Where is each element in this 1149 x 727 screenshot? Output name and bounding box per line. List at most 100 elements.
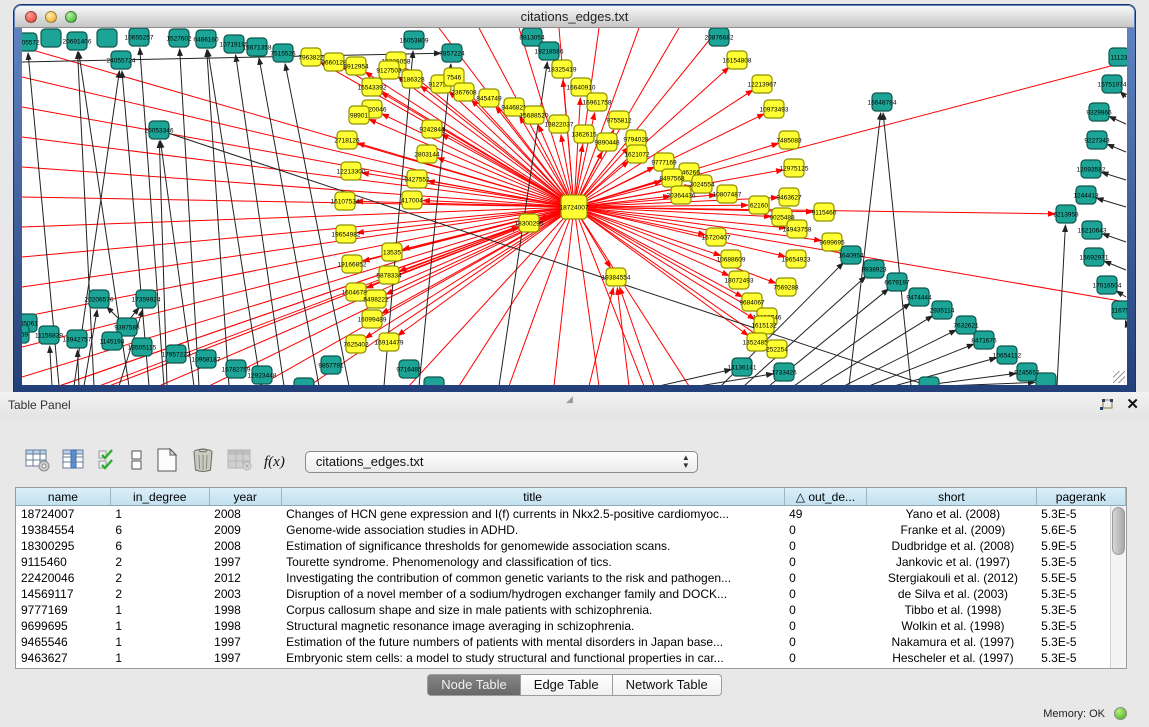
edge[interactable] <box>1057 225 1065 385</box>
table-toolbar: f(x) citations_edges.txt ▲▼ <box>14 440 1135 484</box>
edge[interactable] <box>1107 144 1126 152</box>
network-view-window[interactable]: citations_edges.txt 18724007796382296601… <box>14 5 1135 392</box>
node-label: 9427552 <box>404 177 430 184</box>
zoom-window-icon[interactable] <box>65 11 77 23</box>
vertical-scrollbar[interactable] <box>1110 506 1126 668</box>
node-label: 17016504 <box>1093 283 1122 290</box>
selected-edge[interactable] <box>574 62 1126 207</box>
cell-name: 19384554 <box>16 522 110 538</box>
close-window-icon[interactable] <box>25 11 37 23</box>
node-label: 1615132 <box>751 323 777 330</box>
cell-short: Stergiakouli et al. (2012) <box>867 570 1036 586</box>
show-columns-icon[interactable] <box>62 448 86 477</box>
node-label: 15692971 <box>1080 255 1109 262</box>
selected-edge[interactable] <box>22 197 574 207</box>
cell-short: Yano et al. (2008) <box>867 506 1036 523</box>
float-window-icon[interactable] <box>1099 399 1114 412</box>
edge[interactable] <box>1102 234 1126 242</box>
selected-edge[interactable] <box>574 207 742 297</box>
node-label: 7632621 <box>953 323 979 330</box>
row-height-icon[interactable] <box>130 448 144 477</box>
column-header-pagerank[interactable]: pagerank <box>1036 488 1125 506</box>
node[interactable] <box>294 378 314 385</box>
node-label: 19654923 <box>782 257 811 264</box>
close-panel-icon[interactable]: ✕ <box>1126 397 1139 413</box>
selected-edge[interactable] <box>59 227 519 385</box>
selected-edge[interactable] <box>574 207 599 385</box>
selected-edge[interactable] <box>437 158 574 207</box>
edge[interactable] <box>1104 261 1126 270</box>
memory-ok-indicator[interactable] <box>1114 707 1127 720</box>
edge[interactable] <box>794 303 910 385</box>
canvas-resize-grip[interactable] <box>1113 371 1125 383</box>
minimize-window-icon[interactable] <box>45 11 57 23</box>
node-label: 1527602 <box>166 36 192 43</box>
column-header-out_de[interactable]: △ out_de... <box>784 488 867 506</box>
edge[interactable] <box>1097 198 1126 207</box>
selected-edge[interactable] <box>574 207 748 335</box>
node-label: 6466160 <box>193 37 219 44</box>
table-row[interactable]: 946554611997Estimation of the future num… <box>16 634 1126 650</box>
column-header-in_degree[interactable]: in_degree <box>110 488 209 506</box>
column-header-year[interactable]: year <box>209 488 281 506</box>
tab-network-table[interactable]: Network Table <box>613 674 722 696</box>
network-canvas[interactable]: 1872400779638229660128891295418226058912… <box>22 28 1127 385</box>
tab-node-table[interactable]: Node Table <box>427 674 521 696</box>
table-row[interactable]: 1456911722003Disruption of a novel membe… <box>16 586 1126 602</box>
column-header-title[interactable]: title <box>281 488 784 506</box>
edge[interactable] <box>285 64 349 385</box>
node[interactable] <box>97 29 117 47</box>
node-table[interactable]: namein_degreeyeartitle△ out_de...shortpa… <box>15 487 1127 669</box>
node[interactable] <box>41 29 61 47</box>
node-label: 19654982 <box>332 232 361 239</box>
edge[interactable] <box>180 49 199 385</box>
table-selector-dropdown[interactable]: citations_edges.txt ▲▼ <box>305 451 698 473</box>
tab-edge-table[interactable]: Edge Table <box>521 674 613 696</box>
table-row[interactable]: 977716911998Corpus callosum shape and si… <box>16 602 1126 618</box>
node[interactable] <box>1036 373 1056 385</box>
new-table-icon[interactable] <box>155 447 179 478</box>
edge[interactable] <box>22 53 441 62</box>
edge[interactable] <box>944 382 1035 385</box>
edge[interactable] <box>1125 320 1126 322</box>
edge[interactable] <box>207 50 229 385</box>
node[interactable] <box>424 377 444 385</box>
table-mode-icon[interactable] <box>25 448 51 477</box>
edge[interactable] <box>140 48 164 385</box>
table-row[interactable]: 946362711997Embryonic stem cells: a mode… <box>16 650 1126 666</box>
selected-edge[interactable] <box>617 288 629 385</box>
select-all-rows-icon[interactable] <box>97 448 119 477</box>
cell-short: Hescheler et al. (1997) <box>867 650 1036 666</box>
edge[interactable] <box>1116 291 1126 297</box>
cell-short: Nakamura et al. (1997) <box>867 634 1036 650</box>
column-header-name[interactable]: name <box>16 488 110 506</box>
splitter-handle[interactable]: ◢ <box>566 396 578 404</box>
scrollbar-thumb[interactable] <box>1112 507 1125 555</box>
window-titlebar[interactable]: citations_edges.txt <box>15 6 1134 28</box>
node-label: 9463627 <box>776 195 802 202</box>
selected-edge[interactable] <box>382 207 574 314</box>
cell-title: Estimation of significance thresholds fo… <box>281 538 784 554</box>
node-label: 9794028 <box>623 137 649 144</box>
table-row[interactable]: 1938455462009Genome-wide association stu… <box>16 522 1126 538</box>
table-row[interactable]: 2242004622012Investigating the contribut… <box>16 570 1126 586</box>
edge[interactable] <box>1109 116 1126 124</box>
delete-table-icon[interactable] <box>190 447 216 478</box>
edge[interactable] <box>236 55 284 385</box>
table-row[interactable]: 911546021997Tourette syndrome. Phenomeno… <box>16 554 1126 570</box>
edge[interactable] <box>259 58 319 385</box>
network-graph[interactable]: 1872400779638229660128891295418226058912… <box>22 28 1127 385</box>
import-table-icon[interactable] <box>227 448 253 477</box>
table-row[interactable]: 969969511998Structural magnetic resonanc… <box>16 618 1126 634</box>
table-row[interactable]: 1872400712008Changes of HCN gene express… <box>16 506 1126 523</box>
node-label: 7515526 <box>270 51 296 58</box>
table-row[interactable]: 1830029562008Estimation of significance … <box>16 538 1126 554</box>
node[interactable] <box>919 377 939 385</box>
selected-edge[interactable] <box>22 207 574 287</box>
selected-edge[interactable] <box>589 288 613 385</box>
cell-year: 2008 <box>209 506 281 523</box>
edge[interactable] <box>50 346 52 385</box>
column-header-short[interactable]: short <box>867 488 1036 506</box>
selected-edge[interactable] <box>574 207 689 385</box>
function-builder-icon[interactable]: f(x) <box>264 454 285 471</box>
